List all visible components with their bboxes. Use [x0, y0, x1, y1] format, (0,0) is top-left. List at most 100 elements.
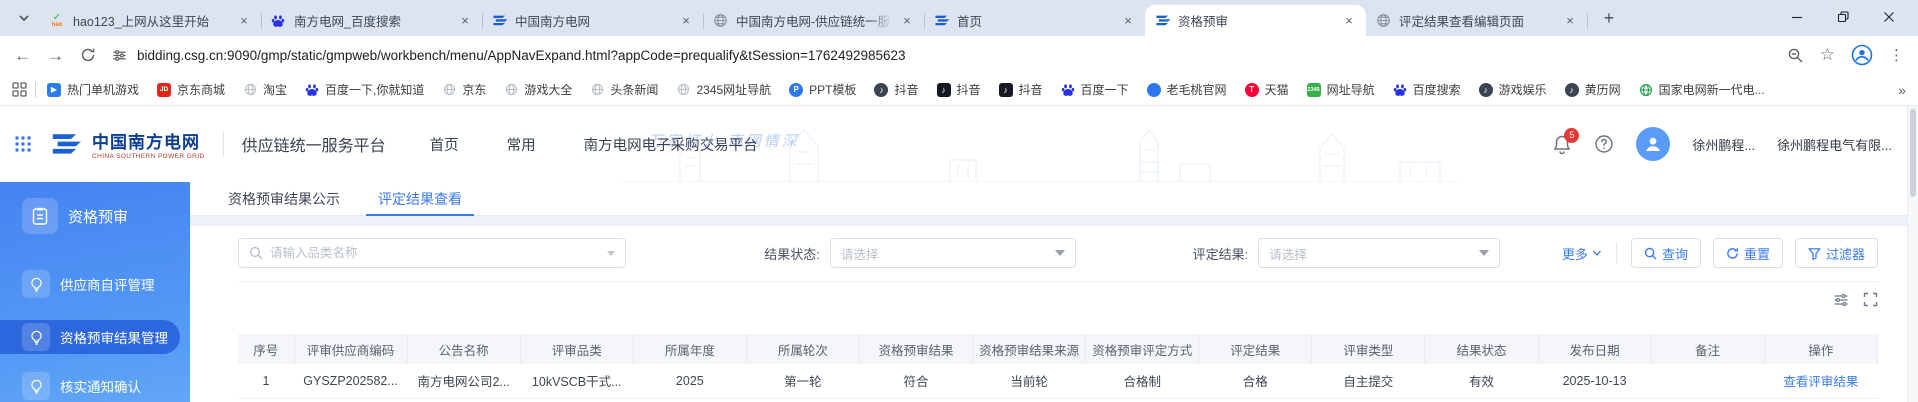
bookmark-item[interactable]: ♪ 抖音: [936, 81, 981, 98]
bookmark-item[interactable]: 头条新闻: [589, 81, 658, 98]
tab-close-icon[interactable]: ×: [1341, 13, 1357, 29]
bookmark-item[interactable]: ♪ 抖音: [873, 81, 918, 98]
site-info-icon[interactable]: [112, 48, 127, 63]
bookmark-item[interactable]: 百度搜索: [1392, 81, 1461, 98]
url-field[interactable]: bidding.csg.cn:9090/gmp/static/gmpweb/wo…: [112, 48, 1771, 63]
company-name[interactable]: 徐州鹏程电气有限...: [1777, 135, 1892, 154]
bookmarks-overflow-icon[interactable]: »: [1888, 82, 1906, 98]
tab-search-chevron-icon[interactable]: [10, 4, 38, 32]
evaluation-result-select[interactable]: 请选择: [1258, 238, 1500, 268]
tab-title: 中国南方电网: [515, 11, 670, 30]
browser-tab[interactable]: 中国南方电网 ×: [482, 5, 703, 36]
header-nav-item[interactable]: 常用: [507, 134, 536, 155]
bookmark-item[interactable]: 淘宝: [242, 81, 287, 98]
table-header-cell[interactable]: 结果状态: [1425, 334, 1538, 364]
bookmark-item[interactable]: ♪ 抖音: [998, 81, 1043, 98]
bookmark-item[interactable]: T 天猫: [1244, 81, 1289, 98]
bookmark-item[interactable]: 百度一下,你就知道: [304, 81, 424, 98]
search-caret-icon[interactable]: [607, 251, 615, 256]
fullscreen-icon[interactable]: [1863, 292, 1878, 308]
logo-title: 中国南方电网: [92, 128, 205, 153]
csg-logo[interactable]: 中国南方电网 CHINA SOUTHERN POWER GRID: [46, 128, 205, 160]
content-tab[interactable]: 评定结果查看: [378, 182, 462, 215]
bookmark-item[interactable]: 国家电网新一代电...: [1638, 81, 1765, 98]
table-header-cell[interactable]: 资格预审评定方式: [1086, 334, 1199, 364]
zoom-out-page-icon[interactable]: [1787, 47, 1804, 64]
table-header-cell[interactable]: 评审品类: [520, 334, 633, 364]
bookmark-item[interactable]: 百度一下: [1060, 81, 1129, 98]
bookmark-item[interactable]: 2345网址导航: [675, 81, 771, 98]
restore-button[interactable]: [1820, 0, 1866, 34]
bookmark-label: 国家电网新一代电...: [1659, 81, 1765, 98]
tab-close-icon[interactable]: ×: [678, 13, 694, 29]
result-status-select[interactable]: 请选择: [830, 238, 1076, 268]
category-search-input[interactable]: [270, 246, 600, 260]
page-scrollbar[interactable]: [1907, 106, 1918, 402]
bookmark-item[interactable]: 游戏大全: [503, 81, 572, 98]
close-window-button[interactable]: [1866, 0, 1912, 34]
table-header-cell[interactable]: 发布日期: [1538, 334, 1651, 364]
table-header-cell[interactable]: 公告名称: [407, 334, 520, 364]
category-search-box[interactable]: [238, 238, 626, 268]
bookmark-item[interactable]: ♪ 黄历网: [1564, 81, 1621, 98]
bookmark-item[interactable]: ♪ 游戏娱乐: [1478, 81, 1547, 98]
table-header-cell[interactable]: 资格预审结果: [859, 334, 972, 364]
sidebar-item[interactable]: 资格预审结果管理: [0, 320, 180, 354]
browser-tab[interactable]: 中国南方电网-供应链统一服务 ×: [703, 5, 924, 36]
bookmark-star-icon[interactable]: ☆: [1820, 45, 1835, 65]
tab-close-icon[interactable]: ×: [236, 13, 252, 29]
profile-avatar-icon[interactable]: [1851, 44, 1873, 66]
query-button[interactable]: 查询: [1631, 238, 1701, 268]
tab-close-icon[interactable]: ×: [1562, 13, 1578, 29]
tab-close-icon[interactable]: ×: [899, 13, 915, 29]
filter-button[interactable]: 过滤器: [1795, 238, 1878, 268]
bookmark-item[interactable]: P PPT模板: [788, 81, 856, 98]
browser-tab[interactable]: 南方电网_百度搜索 ×: [261, 5, 482, 36]
apps-grid-icon[interactable]: [12, 82, 27, 97]
header-nav-item[interactable]: 首页: [430, 134, 459, 155]
table-header-cell[interactable]: 评定结果: [1199, 334, 1312, 364]
table-header-cell[interactable]: 序号: [238, 334, 294, 364]
reset-button[interactable]: 重置: [1713, 238, 1783, 268]
table-header-cell[interactable]: 操作: [1764, 334, 1877, 364]
forward-icon[interactable]: →: [47, 47, 64, 64]
sidebar-item[interactable]: 资格预审: [0, 196, 190, 236]
bookmark-item[interactable]: 2345 网址导航: [1306, 81, 1375, 98]
notifications-bell-icon[interactable]: 5: [1552, 134, 1572, 155]
tab-close-icon[interactable]: ×: [457, 13, 473, 29]
bookmark-item[interactable]: ▶ 热门单机游戏: [46, 81, 139, 98]
new-tab-button[interactable]: +: [1595, 4, 1623, 32]
table-header-cell[interactable]: 资格预审结果来源: [973, 334, 1086, 364]
minimize-button[interactable]: [1774, 0, 1820, 34]
sidebar-item[interactable]: 核实通知确认: [0, 372, 190, 400]
content-tab[interactable]: 资格预审结果公示: [228, 182, 340, 215]
user-name[interactable]: 徐州鹏程...: [1692, 135, 1755, 154]
app-grid-icon[interactable]: [14, 135, 32, 153]
browser-menu-icon[interactable]: ⋮: [1889, 46, 1904, 64]
table-row[interactable]: 1GYSZP202582...南方电网公司2...10kVSCB干式...202…: [238, 364, 1878, 398]
table-header-cell[interactable]: 评审供应商编码: [294, 334, 407, 364]
table-cell: 合格制: [1086, 364, 1199, 398]
table-header-cell[interactable]: 评审类型: [1312, 334, 1425, 364]
bookmark-item[interactable]: 老毛桃官网: [1146, 81, 1227, 98]
reload-icon[interactable]: [80, 47, 96, 63]
browser-tab[interactable]: 资格预审 ×: [1145, 5, 1366, 36]
back-icon[interactable]: ←: [14, 47, 31, 64]
view-review-result-link[interactable]: 查看评审结果: [1783, 375, 1858, 389]
more-filters-link[interactable]: 更多: [1562, 244, 1602, 263]
table-header-cell[interactable]: 所属轮次: [746, 334, 859, 364]
table-header-cell[interactable]: 备注: [1651, 334, 1764, 364]
table-header-cell[interactable]: 所属年度: [633, 334, 746, 364]
sidebar-item[interactable]: 供应商自评管理: [0, 270, 190, 298]
user-avatar[interactable]: [1636, 127, 1670, 161]
header-nav-item[interactable]: 南方电网电子采购交易平台: [584, 134, 758, 155]
browser-tab[interactable]: ✓hao hao123_上网从这里开始 ×: [40, 5, 261, 36]
bookmark-item[interactable]: 京东: [441, 81, 486, 98]
help-icon[interactable]: [1594, 134, 1614, 154]
display-settings-icon[interactable]: [1833, 292, 1849, 308]
browser-tab[interactable]: 评定结果查看编辑页面 ×: [1366, 5, 1587, 36]
bookmark-item[interactable]: JD 京东商城: [156, 81, 225, 98]
browser-tab[interactable]: 首页 ×: [924, 5, 1145, 36]
tab-close-icon[interactable]: ×: [1120, 13, 1136, 29]
scrollbar-thumb[interactable]: [1910, 109, 1916, 197]
